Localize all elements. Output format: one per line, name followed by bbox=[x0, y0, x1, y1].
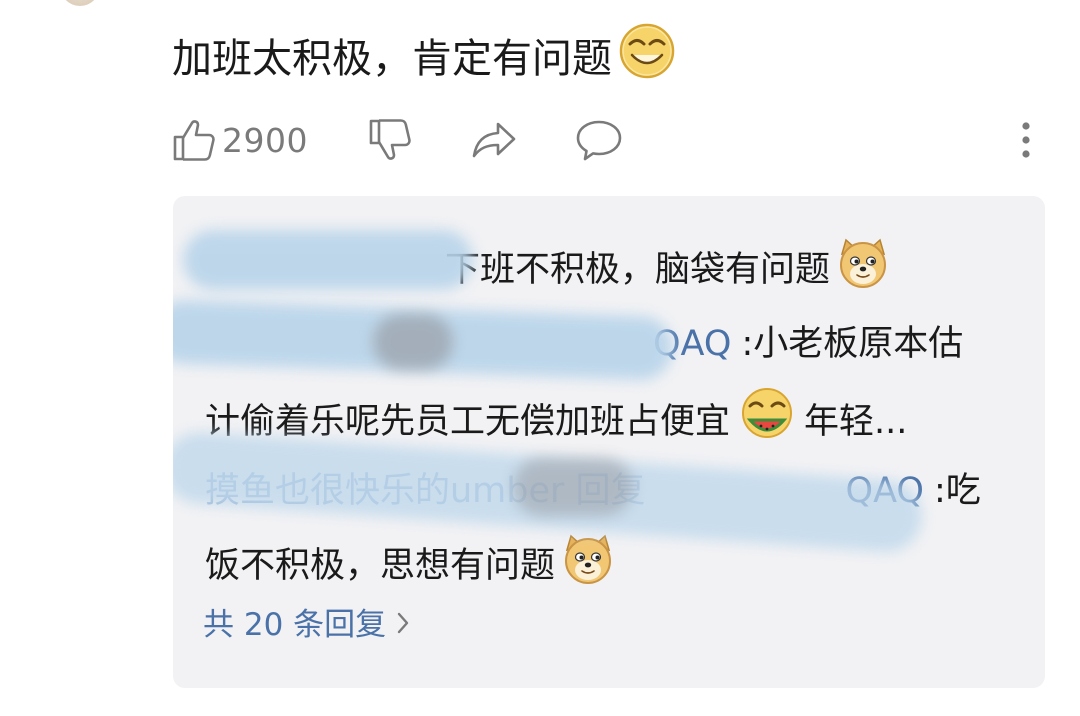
reply-item[interactable]: QAQ :小老板原本估 bbox=[653, 319, 963, 369]
reply-text: :小老板原本估 bbox=[741, 324, 964, 364]
redaction-smear bbox=[173, 298, 674, 382]
doge-emoji-icon bbox=[561, 532, 615, 600]
more-options-button[interactable] bbox=[1018, 112, 1034, 168]
reply-username[interactable]: 摸鱼也很快乐的umber 回复 bbox=[205, 466, 646, 516]
reply-item-continuation[interactable]: 计偷着乐呢先员工无偿加班占便宜 年轻... bbox=[205, 386, 907, 458]
reply-panel: 下班不积极，脑袋有问题 QAQ :小老板原本估 计偷着乐呢先员工无偿加班占便宜 … bbox=[173, 196, 1045, 688]
share-icon bbox=[470, 120, 518, 160]
view-all-replies-link[interactable]: 共 20 条回复 bbox=[203, 602, 410, 648]
comment-body: 加班太积极，肯定有问题 bbox=[172, 22, 676, 95]
avatar[interactable] bbox=[60, 0, 100, 6]
laughing-squint-emoji-icon bbox=[618, 22, 676, 95]
redaction-smear bbox=[183, 230, 473, 290]
like-button[interactable]: 2900 bbox=[172, 112, 308, 168]
chevron-right-icon bbox=[396, 602, 410, 648]
reply-item[interactable]: 摸鱼也很快乐的umber 回复 QAQ :吃 bbox=[205, 466, 981, 516]
reply-button[interactable] bbox=[575, 112, 623, 168]
thumbs-down-icon bbox=[368, 117, 412, 163]
comment-action-bar: 2900 bbox=[172, 112, 1052, 168]
comment-screen: 加班太积极，肯定有问题 2900 下班不积极，脑袋有问题 QAQ:小老板原本估… bbox=[0, 0, 1080, 716]
comment-text: 加班太积极，肯定有问题 bbox=[172, 35, 612, 82]
thumbs-up-icon bbox=[172, 117, 216, 163]
more-replies-label: 共 20 条回复 bbox=[203, 607, 387, 643]
reply-text: 下班不积极，脑袋有问题 bbox=[445, 250, 831, 290]
reply-text: 计偷着乐呢先员工无偿加班占便宜 bbox=[205, 402, 731, 442]
reply-text-tail: 年轻... bbox=[804, 402, 908, 442]
share-button[interactable] bbox=[470, 112, 518, 168]
reply-username[interactable]: QAQ bbox=[653, 319, 731, 369]
redaction-smear bbox=[373, 314, 453, 370]
comment-icon bbox=[575, 119, 623, 161]
more-vertical-icon bbox=[1018, 120, 1034, 160]
laughing-watermelon-emoji-icon bbox=[738, 386, 796, 458]
reply-text: 饭不积极，思想有问题 bbox=[205, 546, 556, 586]
dislike-button[interactable] bbox=[368, 112, 412, 168]
reply-text: :吃 bbox=[933, 471, 981, 511]
reply-target-username[interactable]: QAQ bbox=[846, 466, 924, 516]
reply-item[interactable]: 下班不积极，脑袋有问题 bbox=[445, 236, 890, 304]
like-count: 2900 bbox=[222, 120, 308, 160]
reply-item-continuation[interactable]: 饭不积极，思想有问题 bbox=[205, 532, 615, 600]
doge-emoji-icon bbox=[836, 236, 890, 304]
